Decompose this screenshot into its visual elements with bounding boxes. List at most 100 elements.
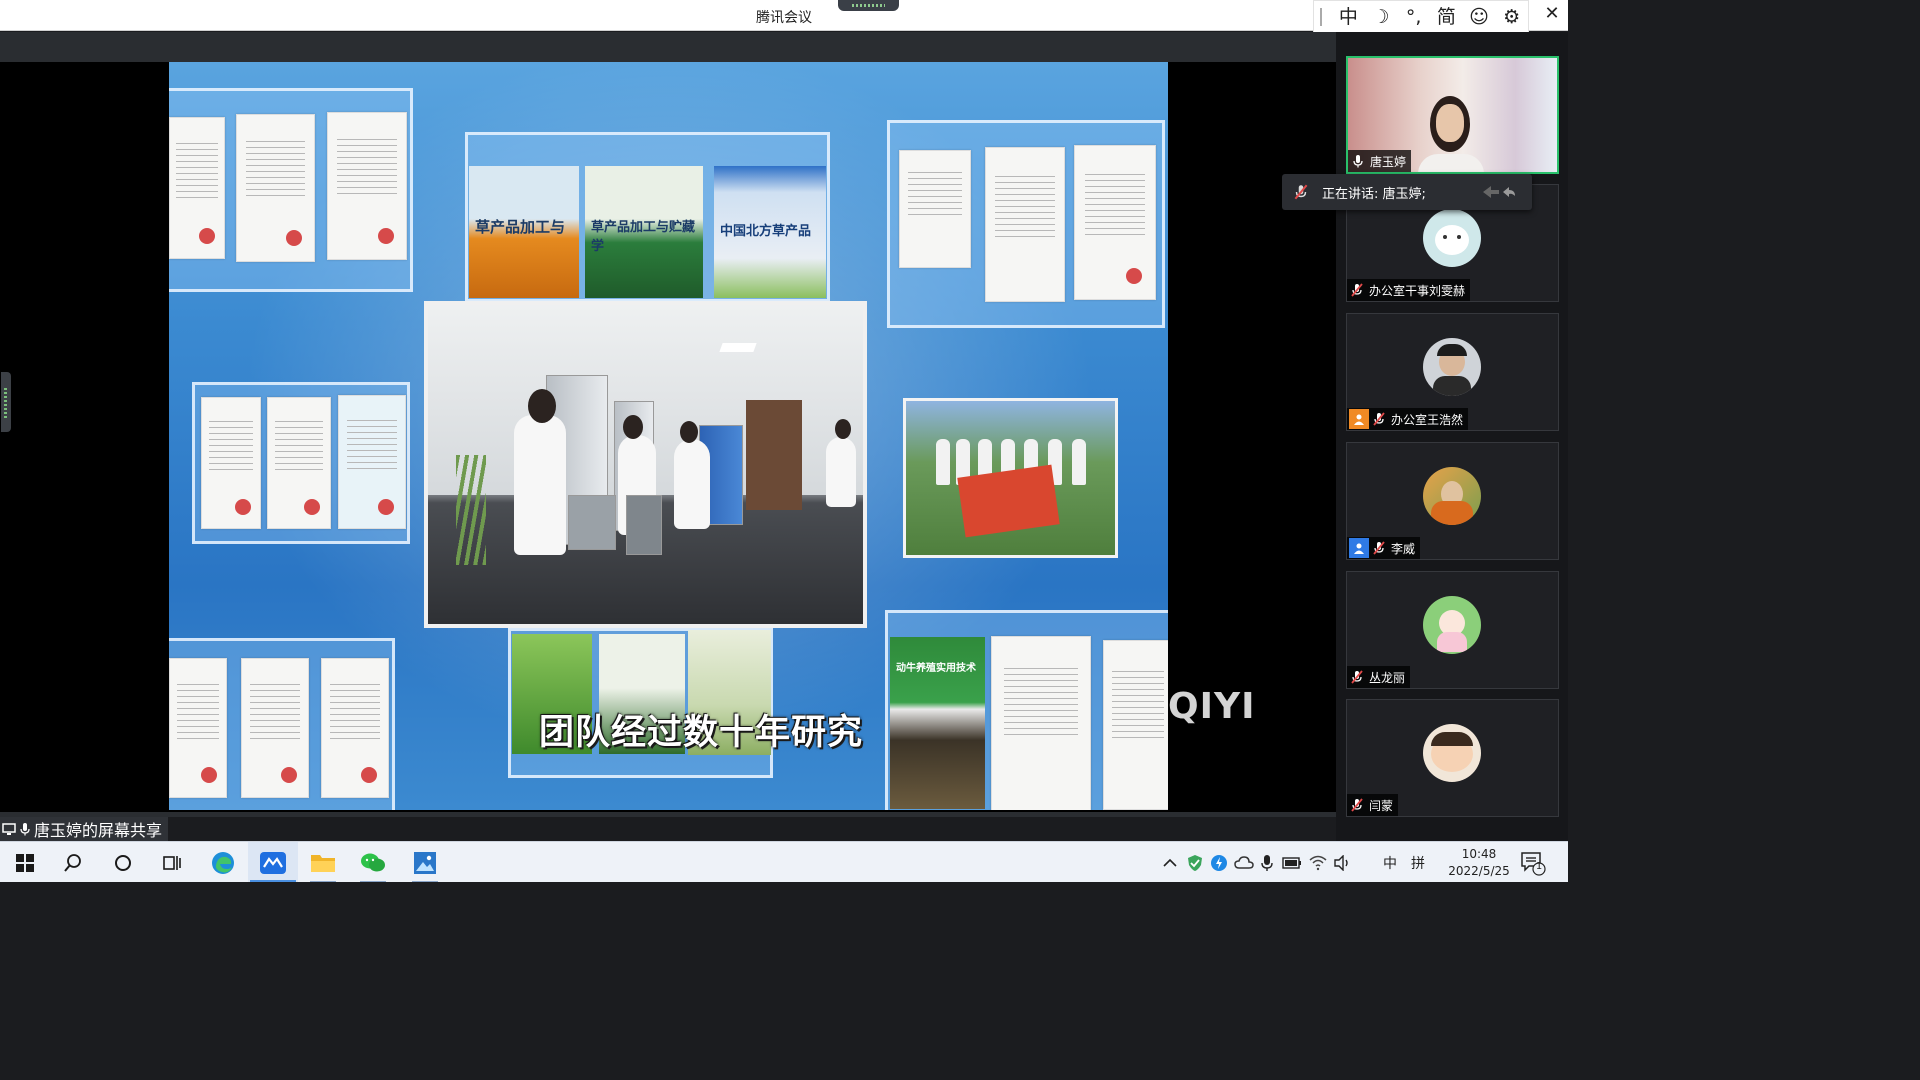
active-speaker-text: 正在讲话: 唐玉婷; bbox=[1322, 186, 1426, 202]
reply-arrow-icon[interactable] bbox=[1477, 184, 1517, 200]
participant-nametag: 闫蒙 bbox=[1347, 794, 1399, 816]
tray-network-button[interactable] bbox=[1306, 842, 1330, 882]
mic-muted-icon bbox=[1373, 541, 1385, 555]
participant-tile[interactable]: 李威 bbox=[1346, 442, 1559, 560]
task-view-button[interactable] bbox=[147, 842, 197, 882]
ime-settings-icon[interactable]: ⚙ bbox=[1495, 2, 1528, 32]
tray-shield-button[interactable] bbox=[1184, 842, 1206, 882]
ime-chinese-mode-button[interactable]: 中 bbox=[1332, 2, 1365, 32]
book-title: 草产品加工与 bbox=[475, 218, 566, 236]
book-cover: 草产品加工与 bbox=[469, 166, 579, 298]
certificate-doc bbox=[236, 114, 315, 262]
book-cover: 草产品加工与贮藏学 bbox=[585, 166, 703, 298]
active-speaker-tooltip: 正在讲话: 唐玉婷; bbox=[1282, 174, 1532, 210]
speaker-icon bbox=[1334, 854, 1348, 871]
tray-volume-button[interactable] bbox=[1330, 842, 1354, 882]
file-explorer-button[interactable] bbox=[298, 842, 348, 882]
screen-share-icon bbox=[2, 823, 16, 835]
tray-app-button[interactable] bbox=[1208, 842, 1230, 882]
certificate-doc bbox=[321, 658, 389, 798]
participant-name: 丛龙丽 bbox=[1369, 670, 1406, 685]
clock-date: 2022/5/25 bbox=[1448, 864, 1510, 878]
paper-doc bbox=[1103, 640, 1168, 810]
certificate-doc bbox=[169, 117, 225, 259]
meeting-window: 腾讯会议 中 ☽ °, 简 ☺ ⚙ ✕ 草产品加工与 草产品加工与贮藏学 中国北… bbox=[0, 0, 1568, 882]
mic-muted-icon bbox=[1351, 798, 1363, 812]
ime-punctuation-button[interactable]: °, bbox=[1397, 2, 1430, 32]
mic-muted-icon bbox=[1351, 283, 1363, 297]
book-cover: 中国北方草产品 bbox=[714, 166, 826, 298]
certificate-doc bbox=[267, 397, 331, 529]
participant-tile[interactable]: 办公室王浩然 bbox=[1346, 313, 1559, 431]
chevron-up-icon bbox=[1163, 858, 1177, 867]
participant-nametag: 办公室干事刘雯赫 bbox=[1347, 279, 1471, 301]
participant-tile[interactable]: 闫蒙 bbox=[1346, 699, 1559, 817]
participant-name: 办公室干事刘雯赫 bbox=[1369, 283, 1466, 298]
ime-moon-icon[interactable]: ☽ bbox=[1365, 2, 1398, 32]
ime-simplified-button[interactable]: 简 bbox=[1430, 2, 1463, 32]
book-cover: 动牛养殖实用技术 bbox=[890, 637, 985, 809]
screen-share-label-text: 唐玉婷的屏幕共享 bbox=[34, 821, 163, 840]
certificate-doc bbox=[241, 658, 309, 798]
tray-mic-button[interactable] bbox=[1257, 842, 1277, 882]
ime-toolbar: 中 ☽ °, 简 ☺ ⚙ bbox=[1313, 0, 1529, 33]
video-subtitle: 团队经过数十年研究 bbox=[539, 713, 864, 753]
screen-share-label: 唐玉婷的屏幕共享 bbox=[0, 817, 169, 841]
certificate-doc bbox=[1074, 145, 1156, 300]
ime-drag-grip[interactable] bbox=[1320, 7, 1324, 26]
participant-name: 李威 bbox=[1391, 541, 1416, 556]
shared-video: 草产品加工与 草产品加工与贮藏学 中国北方草产品 动牛养殖实用技术 bbox=[169, 62, 1168, 810]
wechat-icon bbox=[361, 853, 385, 871]
action-center-button[interactable]: 1 bbox=[1520, 850, 1546, 880]
microphone-icon bbox=[1261, 854, 1273, 871]
cloud-icon bbox=[1234, 855, 1254, 869]
tray-ime-mode-button[interactable]: 中 bbox=[1378, 842, 1402, 882]
avatar bbox=[1423, 724, 1481, 782]
wifi-icon bbox=[1309, 855, 1327, 870]
search-icon bbox=[64, 853, 81, 872]
mic-icon bbox=[1353, 155, 1363, 168]
participant-name: 闫蒙 bbox=[1369, 798, 1394, 813]
book-title: 中国北方草产品 bbox=[720, 224, 812, 239]
avatar bbox=[1423, 596, 1481, 654]
edge-browser-button[interactable] bbox=[198, 842, 248, 882]
tencent-meeting-taskbar-button[interactable] bbox=[248, 842, 298, 882]
tray-overflow-button[interactable] bbox=[1158, 842, 1182, 882]
wechat-button[interactable] bbox=[348, 842, 398, 882]
windows-taskbar: 中 拼 10:48 2022/5/25 1 bbox=[0, 841, 1568, 882]
certificate-doc bbox=[169, 658, 227, 798]
participant-tile[interactable]: 丛龙丽 bbox=[1346, 571, 1559, 689]
photos-button[interactable] bbox=[400, 842, 450, 882]
video-watermark: QIYI bbox=[1168, 686, 1256, 727]
book-title: 草产品加工与贮藏学 bbox=[591, 220, 696, 254]
toolbar-pull-handle[interactable] bbox=[838, 0, 899, 11]
group-photo bbox=[903, 398, 1118, 558]
lab-photo bbox=[424, 301, 867, 628]
mic-muted-icon bbox=[1373, 412, 1385, 426]
participant-tile[interactable]: 唐玉婷 bbox=[1346, 56, 1559, 174]
mic-muted-icon bbox=[1351, 670, 1363, 684]
ime-emoji-icon[interactable]: ☺ bbox=[1463, 2, 1496, 32]
participant-name: 办公室王浩然 bbox=[1391, 412, 1464, 427]
tray-ime-layout-button[interactable]: 拼 bbox=[1406, 842, 1430, 882]
security-shield-icon bbox=[1188, 854, 1202, 871]
participant-nametag: 办公室王浩然 bbox=[1347, 408, 1469, 430]
taskbar-clock[interactable]: 10:48 2022/5/25 bbox=[1440, 846, 1518, 880]
start-button[interactable] bbox=[0, 842, 50, 882]
lightning-icon bbox=[1211, 854, 1227, 871]
search-button[interactable] bbox=[48, 842, 98, 882]
tencent-meeting-icon bbox=[260, 851, 286, 874]
avatar bbox=[1423, 209, 1481, 267]
tray-cloud-button[interactable] bbox=[1232, 842, 1256, 882]
participant-nametag: 唐玉婷 bbox=[1348, 150, 1412, 172]
cortana-button[interactable] bbox=[98, 842, 148, 882]
close-window-button[interactable]: ✕ bbox=[1541, 3, 1563, 24]
certificate-doc bbox=[338, 395, 406, 529]
battery-icon bbox=[1282, 856, 1301, 869]
clock-time: 10:48 bbox=[1461, 847, 1497, 861]
tray-battery-button[interactable] bbox=[1280, 842, 1304, 882]
mic-muted-icon bbox=[1294, 184, 1308, 200]
cortana-circle-icon bbox=[115, 854, 131, 871]
side-panel-toggle[interactable] bbox=[1, 372, 11, 432]
participant-nametag: 丛龙丽 bbox=[1347, 666, 1411, 688]
